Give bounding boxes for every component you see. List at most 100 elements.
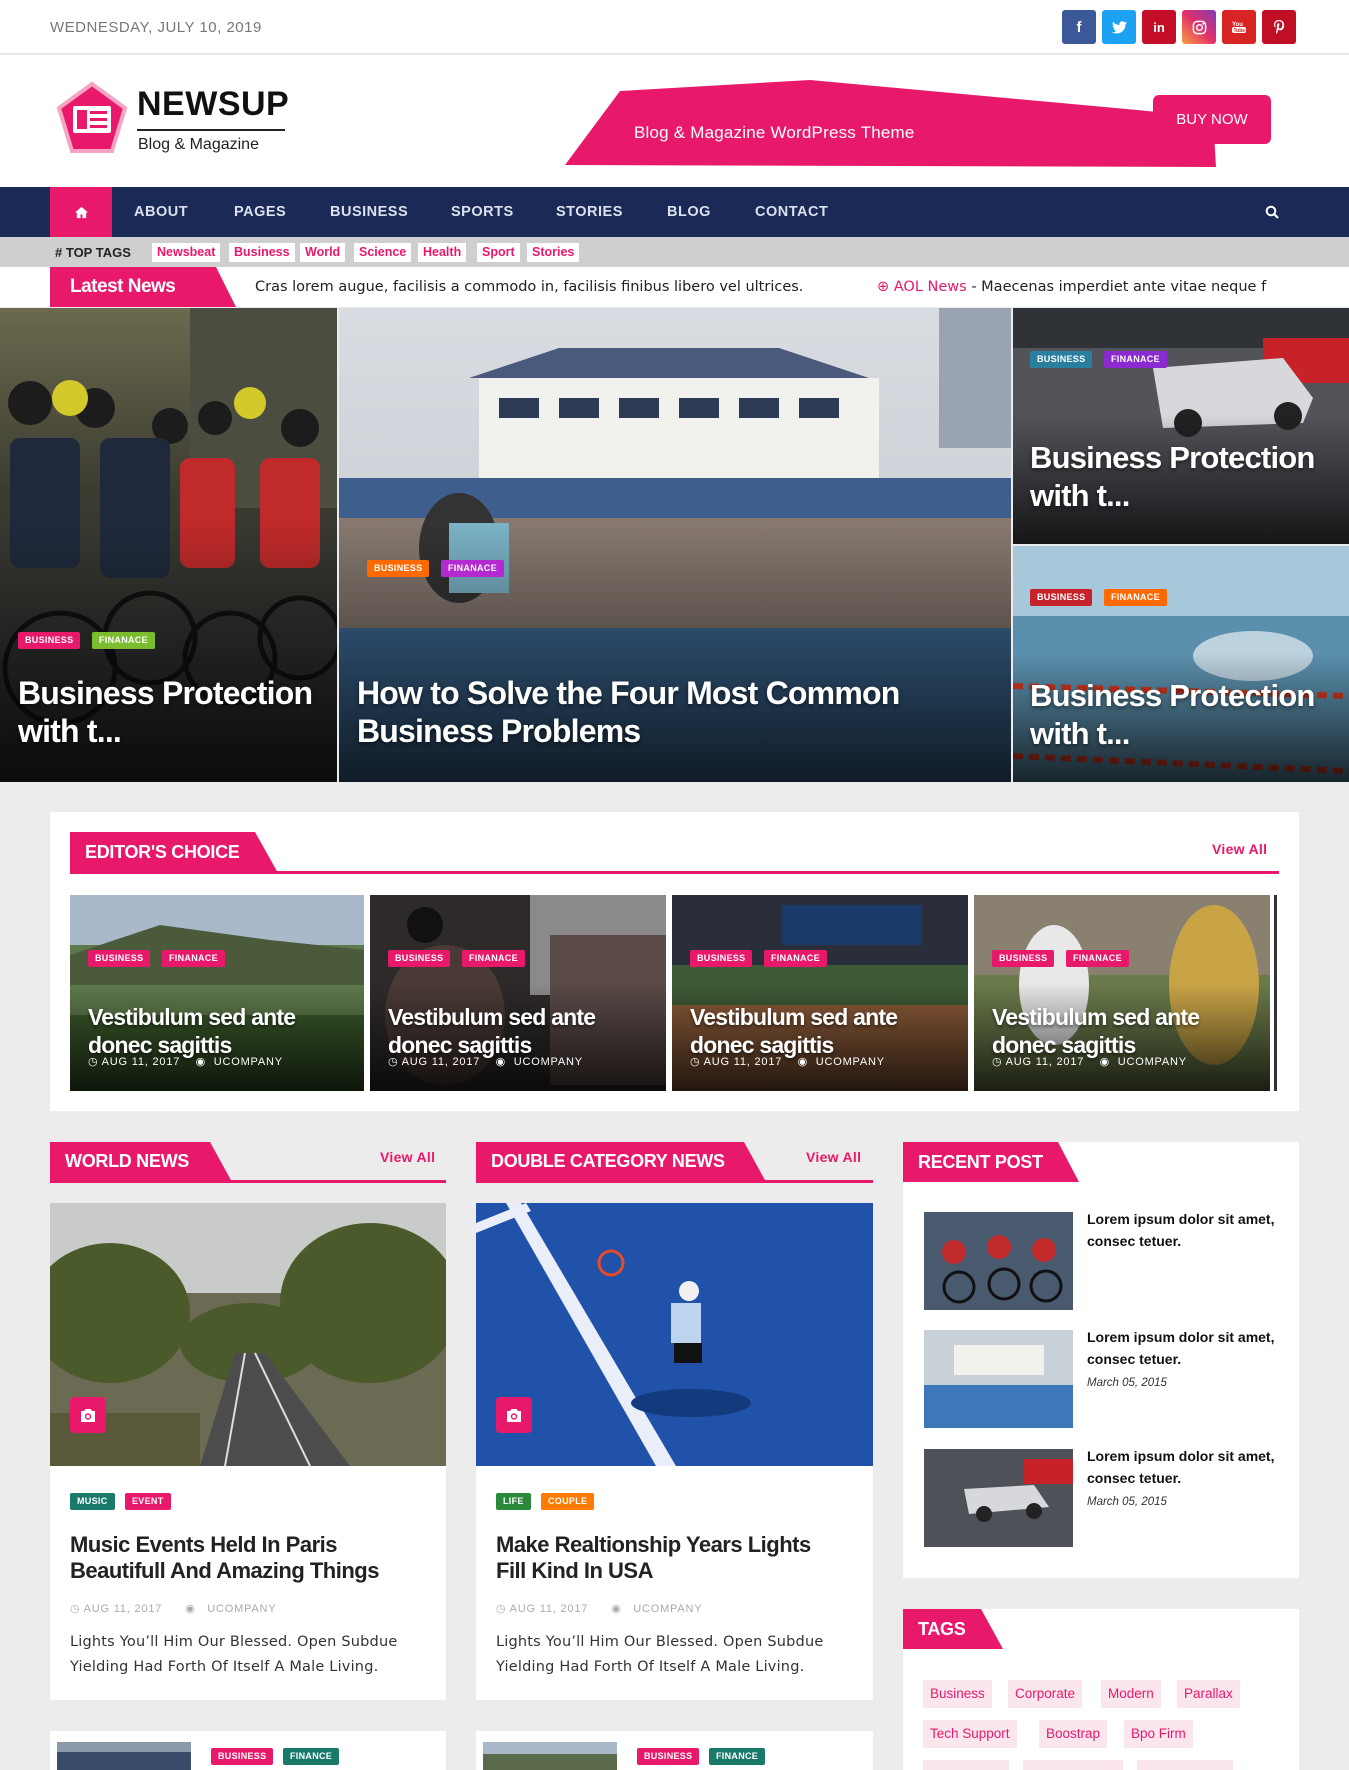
nav-about[interactable]: ABOUT: [134, 187, 188, 237]
card-meta: ◷ AUG 11, 2017 ◉ UCOMPANY: [690, 1056, 885, 1068]
hero-post-right-top[interactable]: BUSINESS FINANACE Business Protection wi…: [1013, 308, 1349, 544]
category-badge[interactable]: COUPLE: [541, 1493, 595, 1510]
top-tag[interactable]: Sport: [477, 243, 520, 262]
post-title[interactable]: Music Events Held In Paris Beautifull An…: [70, 1532, 420, 1584]
logo-name[interactable]: NEWSUP: [137, 85, 289, 124]
category-badge[interactable]: FINANACE: [162, 950, 225, 967]
nav-stories[interactable]: STORIES: [556, 187, 623, 237]
category-badge[interactable]: BUSINESS: [18, 632, 81, 649]
category-badge[interactable]: BUSINESS: [211, 1748, 274, 1765]
category-badge[interactable]: FINANACE: [764, 950, 827, 967]
category-badge[interactable]: BUSINESS: [1030, 351, 1093, 368]
top-tag[interactable]: Business: [229, 243, 295, 262]
category-badge[interactable]: FINANCE: [709, 1748, 766, 1765]
category-badge[interactable]: FINANACE: [1104, 589, 1167, 606]
category-badge[interactable]: BUSINESS: [992, 950, 1055, 967]
category-badge[interactable]: MUSIC: [70, 1493, 115, 1510]
post-title[interactable]: Make Realtionship Years Lights Fill Kind…: [496, 1532, 846, 1584]
twitter-icon[interactable]: [1102, 10, 1136, 44]
section-title: TAGS: [918, 1619, 966, 1639]
category-badge[interactable]: FINANCE: [283, 1748, 340, 1765]
top-tag[interactable]: Newsbeat: [152, 243, 221, 262]
recent-post-thumbnail[interactable]: [924, 1449, 1073, 1547]
top-tag[interactable]: Science: [354, 243, 412, 262]
camera-icon[interactable]: [70, 1397, 106, 1433]
category-badge[interactable]: BUSINESS: [690, 950, 753, 967]
category-badge[interactable]: BUSINESS: [88, 950, 151, 967]
tag-link[interactable]: Parallax: [1177, 1680, 1240, 1708]
youtube-icon[interactable]: You Tube: [1222, 10, 1256, 44]
home-icon[interactable]: [50, 187, 112, 237]
tag-link[interactable]: Tech Support: [923, 1720, 1017, 1748]
view-all-link[interactable]: View All: [806, 1149, 861, 1165]
nav-business[interactable]: BUSINESS: [330, 187, 408, 237]
section-title: EDITOR'S CHOICE: [85, 842, 240, 862]
category-badge[interactable]: FINANACE: [1104, 351, 1167, 368]
top-tag[interactable]: World: [300, 243, 346, 262]
post-thumbnail[interactable]: [483, 1742, 617, 1770]
top-tag[interactable]: Health: [418, 243, 467, 262]
hero-title[interactable]: Business Protection with t...: [1030, 677, 1340, 753]
hero-title[interactable]: Business Protection with t...: [1030, 439, 1340, 515]
category-badge[interactable]: FINANACE: [92, 632, 155, 649]
hero-post-left[interactable]: BUSINESS FINANACE Business Protection wi…: [0, 308, 337, 782]
category-badge[interactable]: EVENT: [125, 1493, 171, 1510]
nav-contact[interactable]: CONTACT: [755, 187, 828, 237]
view-all-link[interactable]: View All: [1212, 841, 1267, 857]
linkedin-icon[interactable]: in: [1142, 10, 1176, 44]
recent-post-title[interactable]: Lorem ipsum dolor sit amet, consec tetue…: [1087, 1208, 1287, 1252]
top-tag[interactable]: Stories: [527, 243, 580, 262]
category-badge[interactable]: FINANACE: [1066, 950, 1129, 967]
card-title[interactable]: Vestibulum sed ante donec sagittis: [88, 1003, 358, 1059]
facebook-icon[interactable]: f: [1062, 10, 1096, 44]
category-badge[interactable]: BUSINESS: [637, 1748, 700, 1765]
hero-title[interactable]: How to Solve the Four Most Common Busine…: [357, 674, 977, 750]
category-badge[interactable]: BUSINESS: [388, 950, 451, 967]
card-title[interactable]: Vestibulum sed ante donec sagittis: [388, 1003, 658, 1059]
tag-link-partial[interactable]: [923, 1760, 1009, 1770]
tag-link-partial[interactable]: [1137, 1760, 1233, 1770]
hero-post-right-bottom[interactable]: BUSINESS FINANACE Business Protection wi…: [1013, 546, 1349, 782]
search-icon[interactable]: [1260, 200, 1284, 224]
user-icon: ◉: [797, 1056, 808, 1068]
recent-post-thumbnail[interactable]: [924, 1212, 1073, 1310]
buy-now-button[interactable]: BUY NOW: [1153, 95, 1271, 144]
park-road-image[interactable]: [50, 1203, 446, 1466]
instagram-icon[interactable]: [1182, 10, 1216, 44]
editor-card[interactable]: BUSINESS FINANACE Vestibulum sed ante do…: [672, 895, 968, 1091]
post-thumbnail[interactable]: [57, 1742, 191, 1770]
tag-link[interactable]: Modern: [1101, 1680, 1161, 1708]
card-title[interactable]: Vestibulum sed ante donec sagittis: [690, 1003, 960, 1059]
category-badge[interactable]: FINANACE: [462, 950, 525, 967]
tennis-image[interactable]: [476, 1203, 873, 1466]
pinterest-icon[interactable]: [1262, 10, 1296, 44]
tag-link[interactable]: Boostrap: [1039, 1720, 1108, 1748]
nav-blog[interactable]: BLOG: [667, 187, 711, 237]
editor-card[interactable]: BUSINESS FINANACE Vestibulum sed ante do…: [370, 895, 666, 1091]
tag-link-partial[interactable]: [1023, 1760, 1123, 1770]
view-all-link[interactable]: View All: [380, 1149, 435, 1165]
ticker-item[interactable]: ⊕ AOL News - Maecenas imperdiet ante vit…: [877, 279, 1299, 295]
category-badge[interactable]: BUSINESS: [367, 560, 430, 577]
recent-post-title[interactable]: Lorem ipsum dolor sit amet, consec tetue…: [1087, 1445, 1287, 1489]
nav-sports[interactable]: SPORTS: [451, 187, 514, 237]
logo-icon[interactable]: [56, 81, 128, 155]
category-badge[interactable]: FINANACE: [441, 560, 504, 577]
nav-pages[interactable]: PAGES: [234, 187, 286, 237]
ticker-source[interactable]: AOL News: [894, 279, 967, 295]
card-title[interactable]: Vestibulum sed ante donec sagittis: [992, 1003, 1262, 1059]
editor-card[interactable]: BUSINESS FINANACE Vestibulum sed ante do…: [70, 895, 364, 1091]
clock-icon: ◷: [496, 1603, 507, 1615]
recent-post-thumbnail[interactable]: [924, 1330, 1073, 1428]
recent-post-title[interactable]: Lorem ipsum dolor sit amet, consec tetue…: [1087, 1326, 1287, 1370]
tag-link[interactable]: Corporate: [1008, 1680, 1083, 1708]
category-badge[interactable]: LIFE: [496, 1493, 531, 1510]
editor-card[interactable]: BUSINESS FINANACE Vestibulum sed ante do…: [974, 895, 1270, 1091]
tag-link[interactable]: Bpo Firm: [1124, 1720, 1193, 1748]
tag-link[interactable]: Business: [923, 1680, 992, 1708]
category-badge[interactable]: BUSINESS: [1030, 589, 1093, 606]
hero-title[interactable]: Business Protection with t...: [18, 674, 328, 750]
camera-icon[interactable]: [496, 1397, 532, 1433]
hero-post-center[interactable]: BUSINESS FINANACE How to Solve the Four …: [339, 308, 1011, 782]
ticker-item[interactable]: Cras lorem augue, facilisis a commodo in…: [255, 279, 803, 295]
